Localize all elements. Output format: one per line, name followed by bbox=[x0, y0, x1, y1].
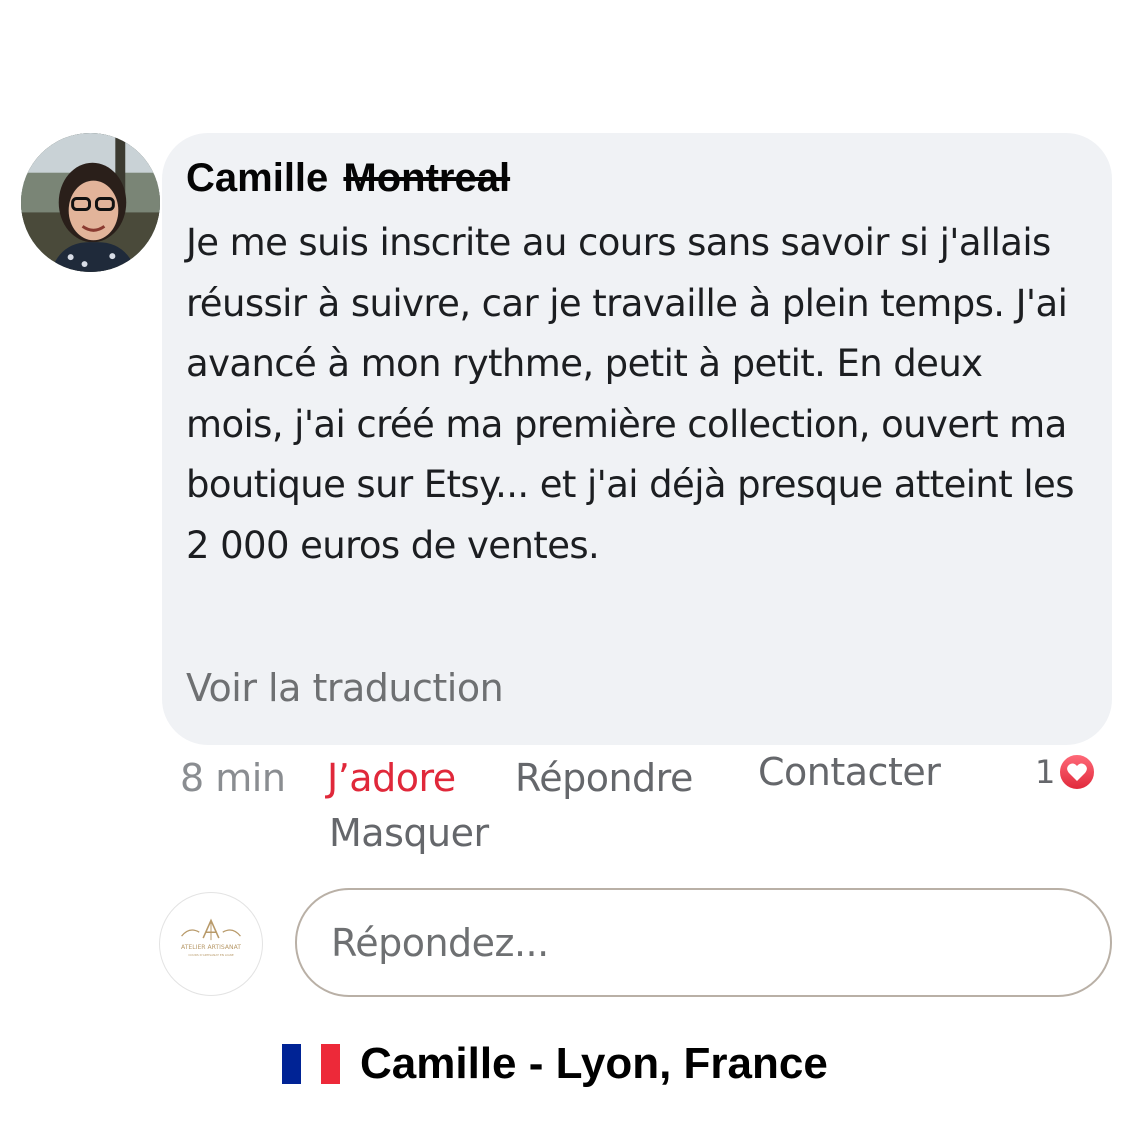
contact-button[interactable]: Contacter bbox=[758, 748, 941, 796]
testimonial-caption: Camille - Lyon, France bbox=[282, 1036, 828, 1092]
heart-icon bbox=[1058, 753, 1097, 791]
author-first-name: Camille bbox=[186, 156, 329, 200]
logo-title: ATELIER ARTISANAT bbox=[181, 944, 241, 951]
reaction-summary[interactable]: 1 bbox=[1035, 752, 1097, 792]
comment-body: Je me suis inscrite au cours sans savoir… bbox=[186, 221, 1074, 567]
avatar-photo bbox=[21, 133, 160, 272]
france-flag-icon bbox=[282, 1044, 340, 1084]
love-button[interactable]: J’adore bbox=[327, 754, 456, 802]
comment-timestamp: 8 min bbox=[180, 756, 286, 800]
logo-subtitle: COURS D'ARTISANAT EN LIGNE bbox=[188, 953, 234, 957]
reply-input[interactable] bbox=[295, 888, 1112, 997]
author-struck-location: Montreal bbox=[343, 156, 511, 200]
reaction-count: 1 bbox=[1035, 753, 1056, 791]
reply-button[interactable]: Répondre bbox=[515, 754, 693, 802]
comment-author[interactable]: Camille Montreal bbox=[186, 152, 510, 204]
caption-text: Camille - Lyon, France bbox=[360, 1039, 828, 1088]
commenter-avatar[interactable] bbox=[21, 133, 160, 272]
see-translation-link[interactable]: Voir la traduction bbox=[186, 660, 504, 716]
atelier-artisanat-logo: ATELIER ARTISANAT COURS D'ARTISANAT EN L… bbox=[181, 918, 241, 957]
hide-button[interactable]: Masquer bbox=[329, 809, 489, 857]
page-avatar[interactable]: ATELIER ARTISANAT COURS D'ARTISANAT EN L… bbox=[159, 892, 263, 996]
